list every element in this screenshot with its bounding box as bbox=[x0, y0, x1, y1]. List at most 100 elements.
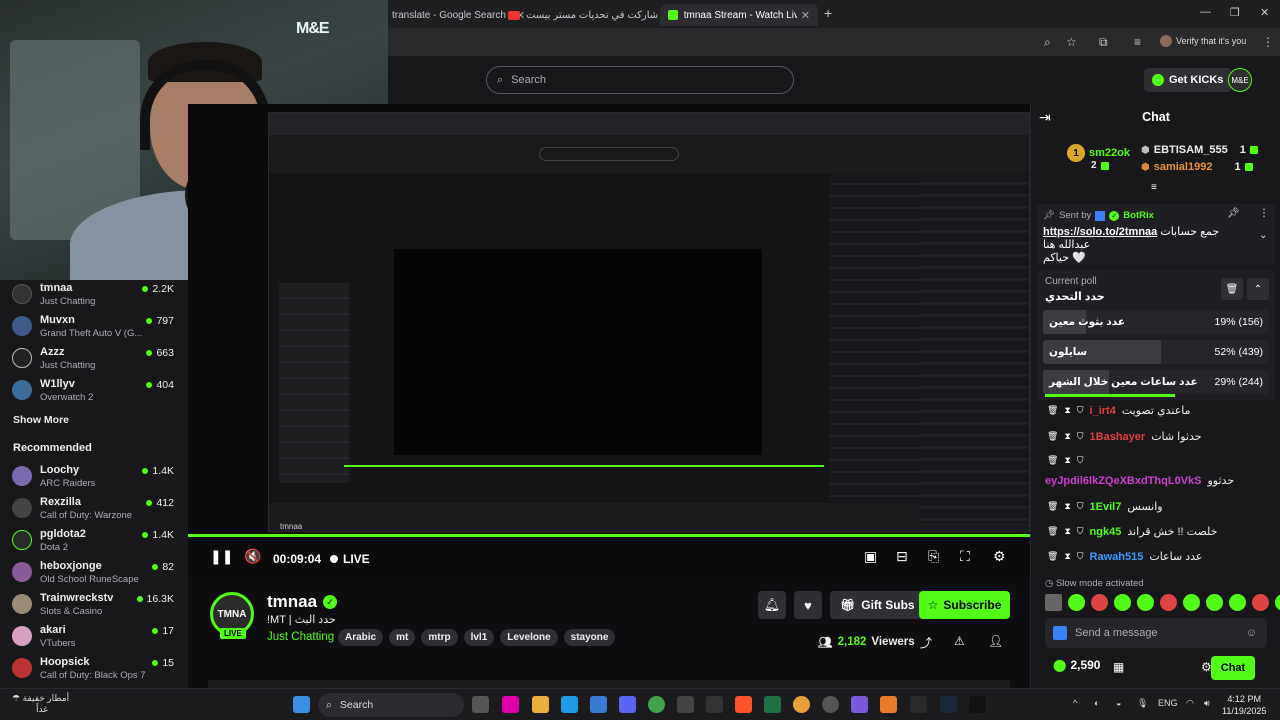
tag[interactable]: mt bbox=[389, 629, 416, 646]
theater-icon[interactable]: ⊟ bbox=[896, 548, 908, 565]
emote[interactable] bbox=[1091, 594, 1108, 611]
emote[interactable] bbox=[1114, 594, 1131, 611]
chat-username[interactable]: 1Evil7 bbox=[1090, 501, 1122, 513]
notification-bell-button[interactable]: 🔔︎ bbox=[758, 591, 786, 619]
unpin-icon[interactable]: 📌︎ bbox=[1227, 208, 1240, 219]
taskbar-clock[interactable]: 4:12 PM 11/19/2025 bbox=[1222, 693, 1266, 717]
pinned-link[interactable]: https://solo.to/2tmnaa bbox=[1043, 226, 1157, 238]
mute-icon[interactable]: 🔇 bbox=[244, 548, 261, 565]
sidebar-item-akari[interactable]: akari VTubers 17 bbox=[12, 622, 176, 652]
chat-username[interactable]: Rawah515 bbox=[1090, 551, 1144, 563]
emoji-icon[interactable]: ☺ bbox=[1246, 627, 1257, 639]
store-icon[interactable] bbox=[590, 696, 607, 713]
poll-option[interactable]: عدد ساعات معين خلال الشهر 29% (244) bbox=[1043, 370, 1269, 394]
copilot-icon[interactable] bbox=[502, 696, 519, 713]
emote[interactable] bbox=[1137, 594, 1154, 611]
obs-icon[interactable] bbox=[677, 696, 694, 713]
tag[interactable]: stayone bbox=[563, 629, 616, 646]
chat-send-button[interactable]: Chat bbox=[1211, 656, 1255, 680]
timeout-icon[interactable]: ⧗ bbox=[1064, 405, 1070, 416]
wifi-icon[interactable]: ◠ bbox=[1186, 698, 1194, 709]
chat-username[interactable]: 1Bashayer bbox=[1090, 431, 1146, 443]
task-view-icon[interactable] bbox=[472, 696, 489, 713]
tag[interactable]: lvl1 bbox=[463, 629, 495, 646]
volume-icon[interactable]: 🔊︎ bbox=[1204, 698, 1210, 709]
brave-icon[interactable] bbox=[735, 696, 752, 713]
user-avatar[interactable]: M&E bbox=[1228, 68, 1252, 92]
tiktok-icon[interactable] bbox=[969, 696, 986, 713]
mic-icon[interactable]: 🎙︎ bbox=[1137, 698, 1148, 709]
search-input[interactable]: ⌕ Search bbox=[486, 66, 794, 94]
gifter-rank-2[interactable]: ⬢ EBTISAM_555 1 bbox=[1141, 144, 1258, 156]
chat-username[interactable]: i_irt4 bbox=[1090, 405, 1116, 417]
delete-icon[interactable]: 🗑︎ bbox=[1047, 526, 1058, 537]
close-tab-icon[interactable]: ✕ bbox=[801, 9, 810, 22]
app-icon[interactable] bbox=[910, 696, 927, 713]
file-explorer-icon[interactable] bbox=[532, 696, 549, 713]
windows-start-icon[interactable] bbox=[293, 696, 310, 713]
pause-icon[interactable]: ❚❚ bbox=[210, 548, 233, 565]
emote[interactable] bbox=[1183, 594, 1200, 611]
stream-category[interactable]: Just Chatting bbox=[267, 631, 334, 643]
subscribe-button[interactable]: ☆ Subscribe bbox=[919, 591, 1010, 619]
maximize-icon[interactable]: ❐ bbox=[1230, 6, 1240, 19]
browser-menu-icon[interactable]: ⋮ bbox=[1262, 35, 1274, 49]
sidebar-item-pgldota2[interactable]: pgldota2 Dota 2 1.4K bbox=[12, 526, 176, 556]
timeout-icon[interactable]: ⧗ bbox=[1064, 431, 1070, 442]
share-icon[interactable]: ⤴ bbox=[920, 634, 932, 651]
sidebar-item-tmnaa[interactable]: tmnaa Just Chatting 2.2K bbox=[12, 280, 176, 310]
bookmark-star-icon[interactable]: ☆ bbox=[1066, 35, 1077, 49]
clip-icon[interactable]: ⎘ bbox=[928, 548, 939, 565]
taskbar-search[interactable]: ⌕ Search bbox=[318, 693, 464, 717]
streamer-name[interactable]: tmnaa ✓ bbox=[267, 592, 338, 612]
fullscreen-icon[interactable]: ⛶ bbox=[960, 548, 970, 565]
discord-icon[interactable] bbox=[619, 696, 636, 713]
app-icon[interactable] bbox=[706, 696, 723, 713]
emote[interactable] bbox=[1160, 594, 1177, 611]
language-indicator[interactable]: ENG bbox=[1158, 698, 1178, 708]
sidebar-item-rexzilla[interactable]: Rexzilla Call of Duty: Warzone 412 bbox=[12, 494, 176, 524]
tab-kick-stream[interactable]: tmnaa Stream - Watch Live on K ✕ bbox=[660, 4, 818, 26]
tag[interactable]: Levelone bbox=[500, 629, 558, 646]
follow-heart-button[interactable]: ♥ bbox=[794, 591, 822, 619]
sidebar-item-trainwreckstv[interactable]: Trainwreckstv Slots & Casino 16.3K bbox=[12, 590, 176, 620]
app-icon[interactable] bbox=[880, 696, 897, 713]
get-kicks-button[interactable]: Get KICKs bbox=[1144, 68, 1232, 92]
emote[interactable] bbox=[1275, 594, 1280, 611]
extensions-icon[interactable]: ⧉ bbox=[1099, 35, 1108, 50]
timeout-icon[interactable]: ⧗ bbox=[1064, 526, 1070, 537]
emote[interactable] bbox=[1206, 594, 1223, 611]
gifter-rank-3[interactable]: ⬢ samial1992 1 bbox=[1141, 161, 1253, 173]
poll-option[interactable]: عدد بثوث معين 19% (156) bbox=[1043, 310, 1269, 334]
delete-icon[interactable]: 🗑︎ bbox=[1047, 551, 1058, 562]
sidebar-item-heboxjonge[interactable]: heboxjonge Old School RuneScape 82 bbox=[12, 558, 176, 588]
profile-button[interactable]: Verify that it's you bbox=[1160, 35, 1246, 47]
tag[interactable]: mtrp bbox=[421, 629, 458, 646]
tray-icon[interactable]: ◒ bbox=[1116, 698, 1121, 708]
profile-card-icon[interactable]: 👤︎ bbox=[988, 634, 1003, 648]
emote[interactable] bbox=[1068, 594, 1085, 611]
edge-icon[interactable] bbox=[561, 696, 578, 713]
video-player[interactable]: tmnaa ❚❚ 🔇 00:09:04 LIVE ▣ ⊟ ⎘ ⛶ ⚙ bbox=[188, 104, 1030, 576]
tray-icon[interactable]: ◐ bbox=[1094, 698, 1099, 708]
sidebar-item-hoopsick[interactable]: Hoopsick Call of Duty: Black Ops 7 15 bbox=[12, 654, 176, 684]
delete-icon[interactable]: 🗑︎ bbox=[1047, 501, 1058, 512]
collapse-poll-icon[interactable]: ⌃ bbox=[1247, 278, 1269, 300]
poll-option[interactable]: سايلون 52% (439) bbox=[1043, 340, 1269, 364]
media-control-icon[interactable]: ≡ bbox=[1134, 35, 1141, 49]
tag[interactable]: Arabic bbox=[338, 629, 384, 646]
sidebar-item-azzz[interactable]: Azzz Just Chatting 663 bbox=[12, 344, 176, 374]
new-tab-icon[interactable]: + bbox=[824, 5, 832, 21]
chat-username[interactable]: ngk45 bbox=[1090, 526, 1122, 538]
pip-icon[interactable]: ▣ bbox=[864, 548, 877, 565]
delete-icon[interactable]: 🗑︎ bbox=[1047, 455, 1058, 466]
delete-icon[interactable]: 🗑︎ bbox=[1047, 431, 1058, 442]
tray-chevron-icon[interactable]: ^ bbox=[1073, 698, 1077, 708]
delete-poll-icon[interactable]: 🗑︎ bbox=[1221, 278, 1243, 300]
app-icon[interactable] bbox=[793, 696, 810, 713]
weather-widget[interactable]: ☂ أمطار خفيفة غداً bbox=[12, 693, 69, 715]
app-icon[interactable] bbox=[822, 696, 839, 713]
pinned-menu-icon[interactable]: ⋮ bbox=[1259, 208, 1269, 219]
calendar-icon[interactable]: ▦ bbox=[1113, 660, 1124, 674]
sidebar-item-loochy[interactable]: Loochy ARC Raiders 1.4K bbox=[12, 462, 176, 492]
